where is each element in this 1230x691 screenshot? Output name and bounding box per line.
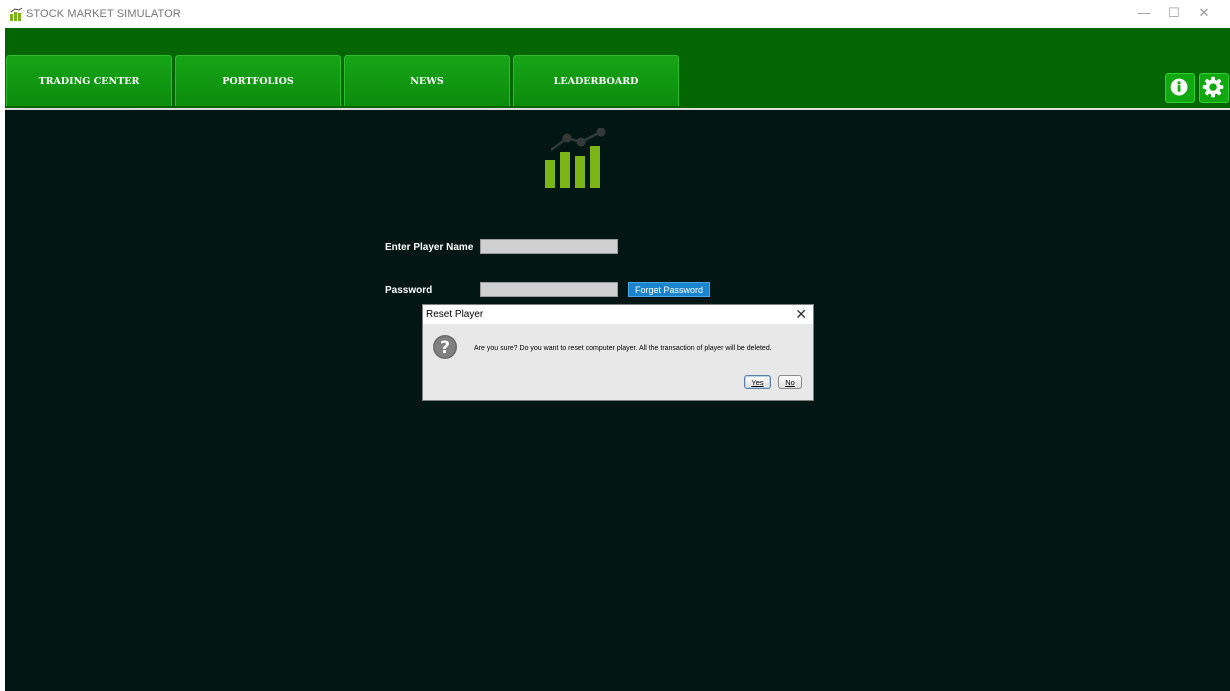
close-window-button[interactable]: ✕ — [1190, 6, 1218, 20]
forget-password-button[interactable]: Forget Password — [628, 282, 710, 297]
player-name-label: Enter Player Name — [385, 242, 474, 253]
stock-chart-logo-icon — [545, 128, 606, 188]
no-button[interactable]: No — [778, 375, 802, 389]
app-logo-icon — [10, 7, 23, 21]
nav-divider — [5, 108, 1230, 110]
gear-icon — [1202, 76, 1224, 98]
title-bar: STOCK MARKET SIMULATOR — ☐ ✕ — [5, 0, 1230, 28]
info-icon — [1170, 78, 1188, 96]
tab-portfolios[interactable]: PORTFOLIOS — [175, 55, 341, 106]
yes-button[interactable]: Yes — [744, 375, 771, 389]
svg-text:?: ? — [440, 338, 450, 358]
reset-player-dialog: Reset Player ✕ ? Are you sure? Do you wa… — [422, 304, 814, 401]
tab-news[interactable]: NEWS — [344, 55, 510, 106]
info-button[interactable] — [1165, 73, 1195, 103]
settings-button[interactable] — [1199, 73, 1229, 103]
dialog-title: Reset Player — [426, 309, 484, 320]
maximize-button[interactable]: ☐ — [1160, 6, 1188, 20]
password-input[interactable] — [480, 282, 618, 297]
app-window: STOCK MARKET SIMULATOR — ☐ ✕ TRADING CEN… — [5, 0, 1230, 691]
question-icon: ? — [433, 335, 457, 359]
dialog-title-bar: Reset Player ✕ — [423, 305, 813, 324]
password-label: Password — [385, 285, 433, 296]
dialog-message: Are you sure? Do you want to reset compu… — [474, 345, 772, 352]
window-title: STOCK MARKET SIMULATOR — [26, 8, 181, 20]
nav-bar: TRADING CENTER PORTFOLIOS NEWS LEADERBOA… — [5, 28, 1230, 108]
player-name-input[interactable] — [480, 239, 618, 254]
minimize-button[interactable]: — — [1130, 6, 1158, 20]
tab-leaderboard[interactable]: LEADERBOARD — [513, 55, 679, 106]
tab-trading-center[interactable]: TRADING CENTER — [6, 55, 172, 106]
dialog-close-button[interactable]: ✕ — [795, 306, 807, 322]
